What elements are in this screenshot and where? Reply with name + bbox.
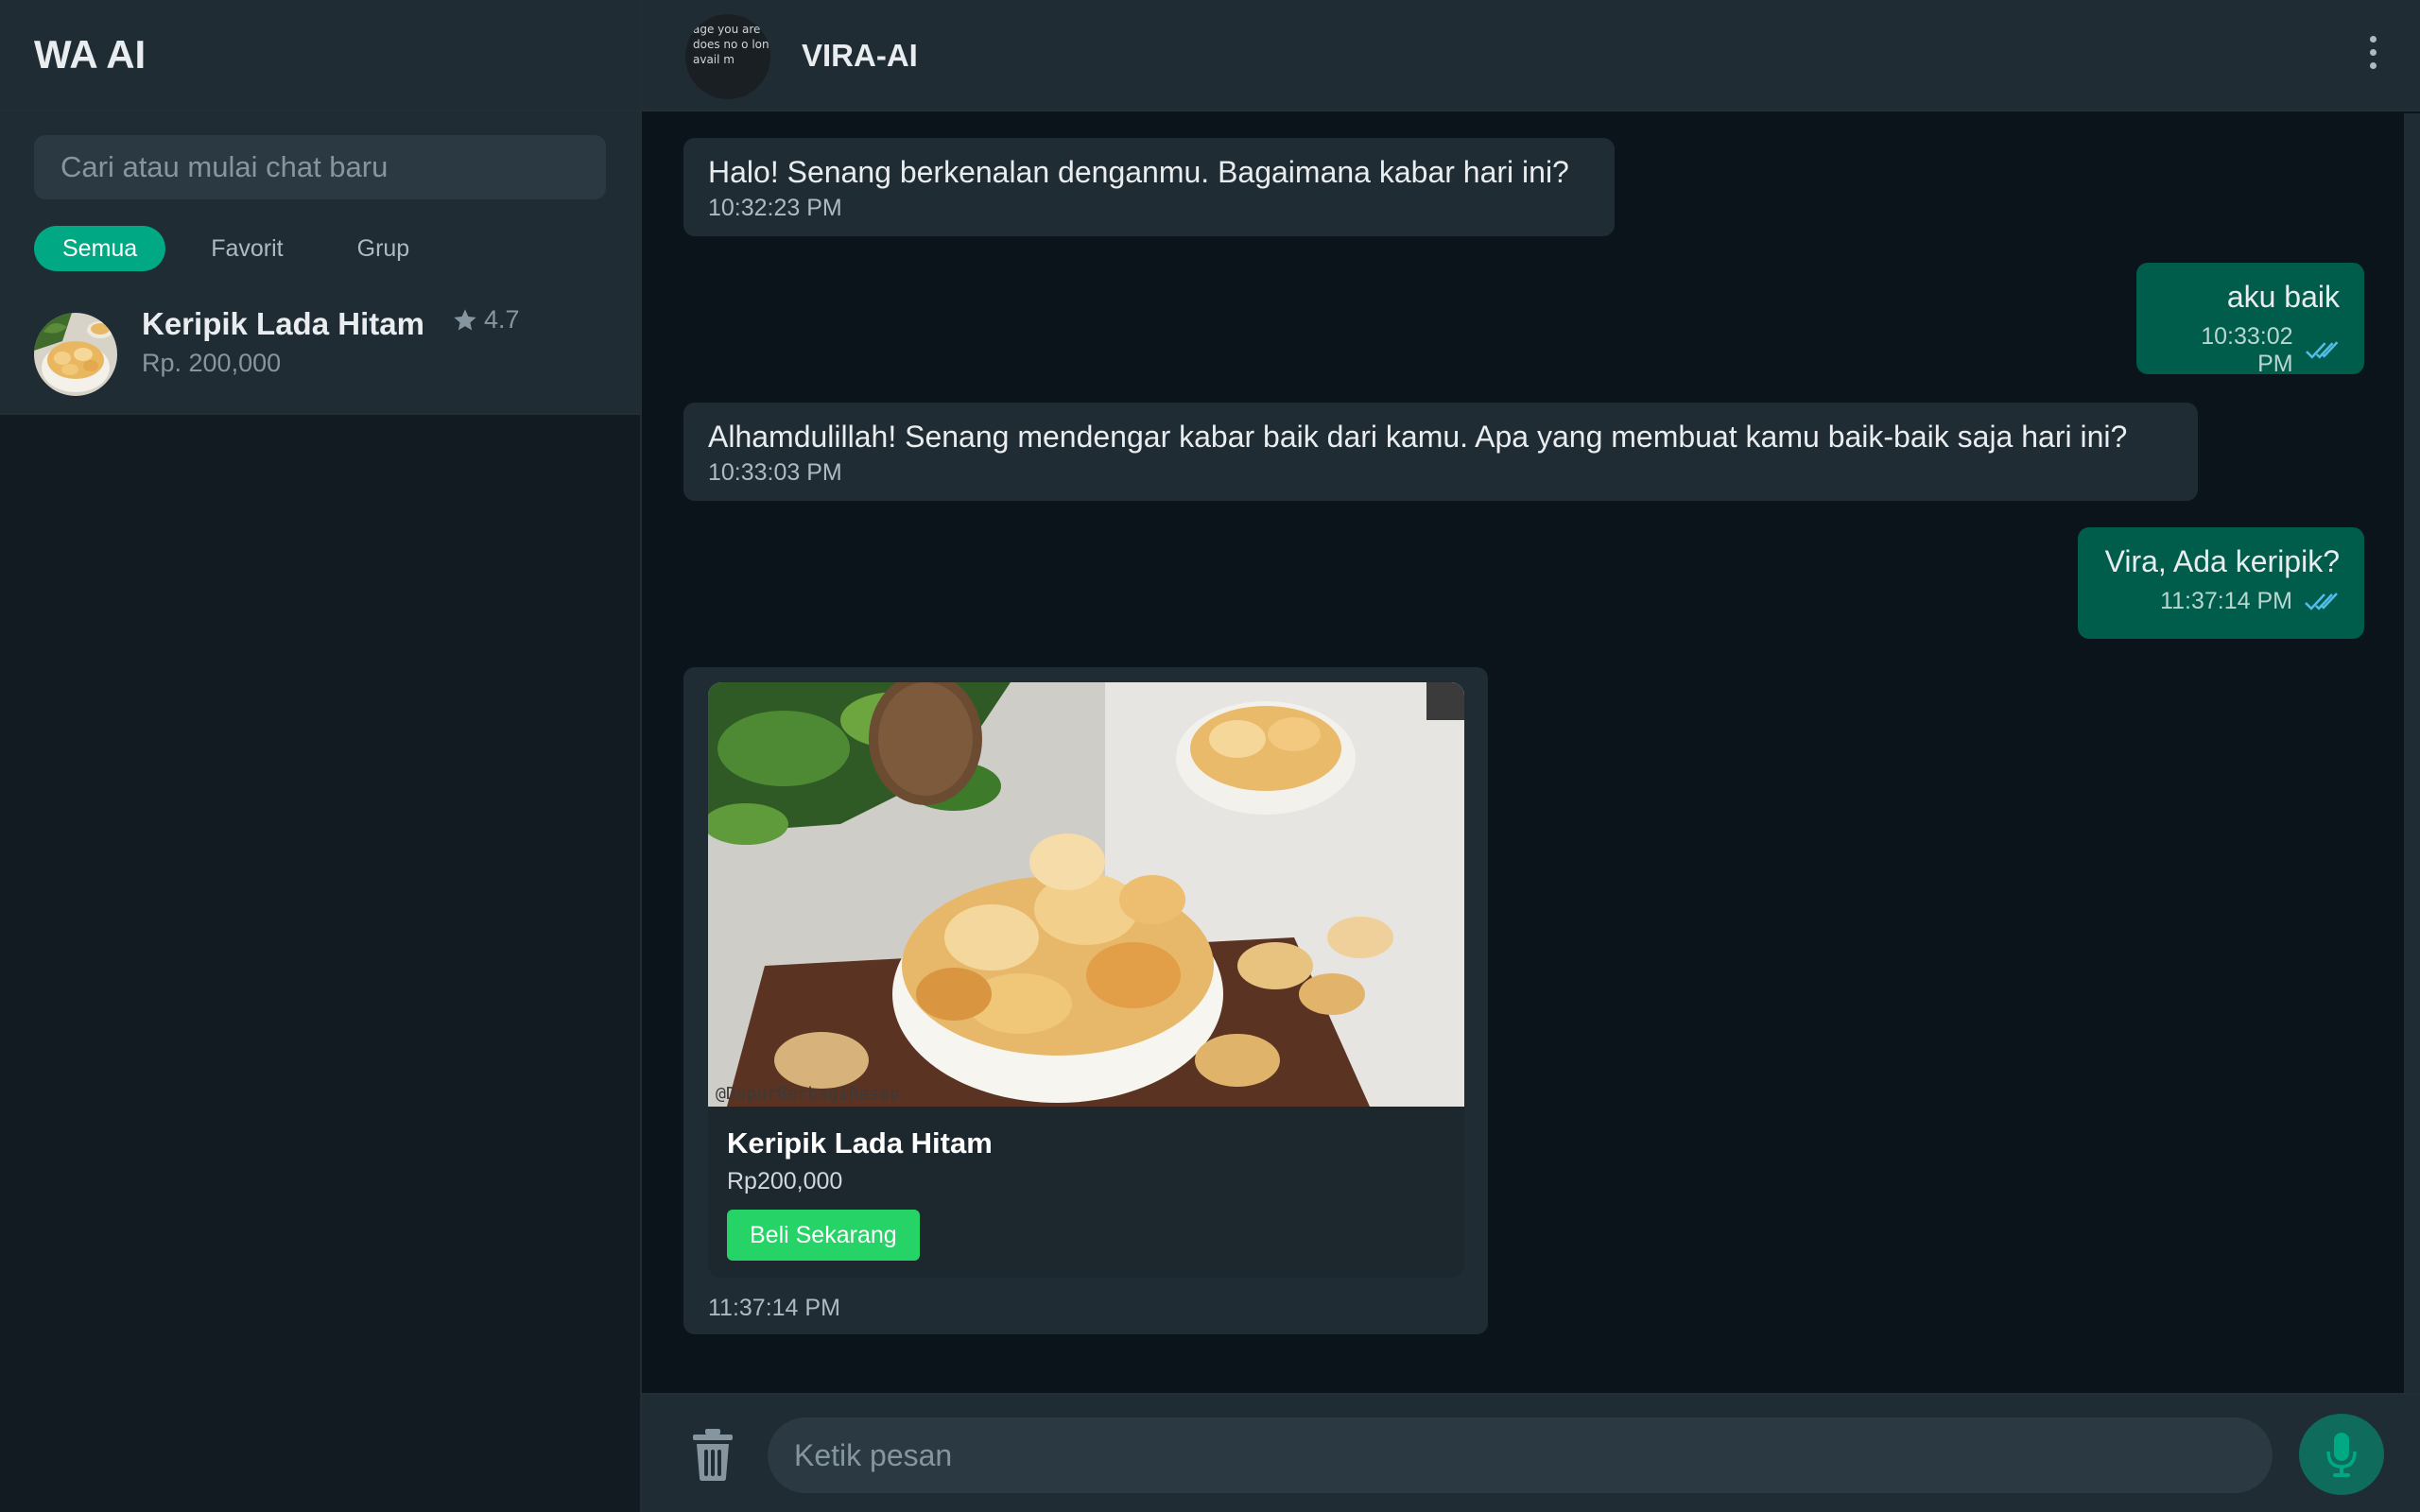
scrollbar[interactable] (2404, 113, 2420, 1393)
message-text: Halo! Senang berkenalan denganmu. Bagaim… (708, 155, 1569, 189)
chat-rating: 4.7 (452, 305, 520, 335)
microphone-icon[interactable] (2299, 1414, 2384, 1495)
rating-value: 4.7 (484, 305, 520, 334)
message-composer (642, 1393, 2420, 1512)
message-time: 11:37:14 PM (708, 1295, 840, 1321)
star-icon (454, 308, 476, 330)
double-check-icon (2305, 592, 2338, 610)
message-time: 10:33:02 PM (2201, 323, 2293, 377)
sidebar: WA AI Semua Favorit Grup (0, 0, 642, 1512)
search-box[interactable] (34, 135, 606, 199)
buy-now-button[interactable]: Beli Sekarang (727, 1210, 920, 1261)
message-time: 11:37:14 PM (2160, 588, 2292, 614)
contact-avatar[interactable]: age you are sting does no o longer avail… (685, 14, 770, 99)
product-card: @DapurBerbagiResep Keripik Lada Hitam Rp… (708, 682, 1464, 1278)
filter-tabs: Semua Favorit Grup (34, 226, 606, 277)
filter-favorit[interactable]: Favorit (182, 226, 311, 271)
double-check-icon (2305, 341, 2338, 359)
message-meta: 11:37:14 PM (2102, 588, 2340, 615)
avatar-broken-image-text: age you are sting does no o longer avail… (693, 23, 770, 66)
message-bubble-incoming: Halo! Senang berkenalan denganmu. Bagaim… (683, 138, 1615, 236)
chat-panel: age you are sting does no o longer avail… (642, 0, 2420, 1512)
more-options-icon[interactable] (2363, 36, 2382, 76)
message-list: Halo! Senang berkenalan denganmu. Bagaim… (642, 113, 2402, 1393)
message-input-box[interactable] (768, 1418, 2273, 1493)
message-text: aku baik (2226, 280, 2340, 314)
sidebar-header: WA AI (0, 0, 640, 112)
product-price: Rp200,000 (727, 1168, 843, 1194)
message-meta: 10:33:02 PM (2161, 323, 2340, 378)
search-input[interactable] (60, 150, 579, 184)
message-bubble-outgoing: aku baik 10:33:02 PM (2136, 263, 2364, 377)
chat-list-item[interactable]: Keripik Lada Hitam Rp. 200,000 4.7 (0, 286, 640, 415)
sidebar-controls: Semua Favorit Grup (0, 112, 640, 286)
message-bubble-outgoing: Vira, Ada keripik? 11:37:14 PM (2078, 527, 2364, 639)
message-text: Alhamdulillah! Senang mendengar kabar ba… (708, 420, 2128, 454)
message-time: 10:33:03 PM (708, 459, 842, 486)
chat-subtitle: Rp. 200,000 (142, 349, 282, 377)
chat-avatar (34, 313, 117, 396)
contact-name: VIRA-AI (802, 38, 918, 73)
filter-grup[interactable]: Grup (329, 226, 439, 271)
chat-name: Keripik Lada Hitam (142, 306, 424, 341)
trash-icon[interactable] (689, 1427, 736, 1482)
product-name: Keripik Lada Hitam (727, 1126, 993, 1160)
product-image[interactable]: @DapurBerbagiResep (708, 682, 1464, 1107)
message-bubble-incoming: Alhamdulillah! Senang mendengar kabar ba… (683, 403, 2198, 501)
app-window: WA AI Semua Favorit Grup (0, 0, 2420, 1512)
product-message-bubble: @DapurBerbagiResep Keripik Lada Hitam Rp… (683, 667, 1488, 1334)
image-watermark: @DapurBerbagiResep (716, 1084, 900, 1104)
filter-semua[interactable]: Semua (34, 226, 166, 271)
message-text: Vira, Ada keripik? (2104, 544, 2340, 578)
chat-header: age you are sting does no o longer avail… (642, 0, 2420, 112)
message-input[interactable] (794, 1437, 2246, 1473)
app-title: WA AI (34, 32, 147, 77)
message-time: 10:32:23 PM (708, 195, 842, 221)
